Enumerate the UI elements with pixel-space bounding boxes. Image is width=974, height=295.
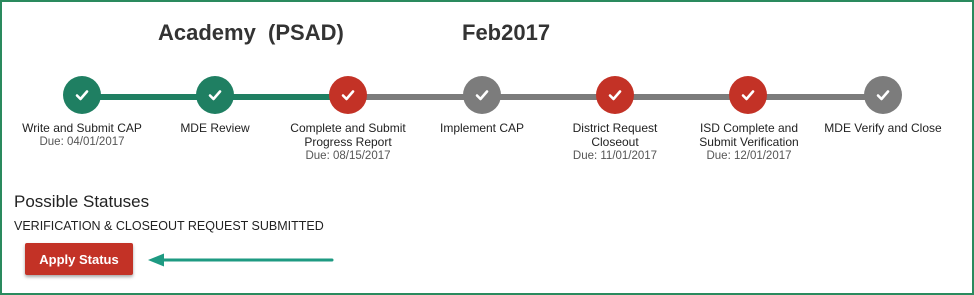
step-4-label: Implement CAP — [407, 121, 557, 135]
check-icon — [876, 90, 890, 101]
step-2-label: MDE Review — [140, 121, 290, 135]
status-option: VERIFICATION & CLOSEOUT REQUEST SUBMITTE… — [14, 219, 324, 233]
step-title: District Request Closeout — [572, 121, 658, 149]
step-5-node[interactable] — [596, 76, 634, 114]
check-icon — [341, 90, 355, 101]
step-due-date: Due: 12/01/2017 — [706, 150, 792, 162]
check-icon — [75, 90, 89, 101]
check-icon — [608, 90, 622, 101]
check-icon — [208, 90, 222, 101]
arrow-left-icon — [148, 253, 334, 267]
step-title: Write and Submit CAP — [22, 121, 142, 135]
possible-statuses-heading: Possible Statuses — [14, 192, 150, 211]
step-due-date: Due: 11/01/2017 — [572, 150, 658, 162]
header: Academy (PSAD) Feb2017 — [0, 20, 974, 50]
step-6-label: ISD Complete and Submit Verification Due… — [690, 121, 808, 163]
step-4-node[interactable] — [463, 76, 501, 114]
step-title: ISD Complete and Submit Verification — [699, 121, 799, 149]
step-due-date: Due: 04/01/2017 — [39, 136, 125, 148]
step-title: MDE Verify and Close — [824, 121, 942, 135]
step-2-node[interactable] — [196, 76, 234, 114]
school-title: Academy (PSAD) — [158, 20, 344, 45]
step-6-node[interactable] — [729, 76, 767, 114]
step-title: MDE Review — [180, 121, 250, 135]
step-1-label: Write and Submit CAP Due: 04/01/2017 — [7, 121, 157, 149]
check-icon — [741, 90, 755, 101]
step-3-label: Complete and Submit Progress Report Due:… — [275, 121, 421, 163]
check-icon — [475, 90, 489, 101]
step-7-node[interactable] — [864, 76, 902, 114]
step-due-date: Due: 08/15/2017 — [305, 150, 391, 162]
step-title: Implement CAP — [439, 121, 525, 135]
step-title: Complete and Submit Progress Report — [290, 121, 406, 149]
period-title: Feb2017 — [462, 20, 551, 45]
step-3-node[interactable] — [329, 76, 367, 114]
step-7-label: MDE Verify and Close — [808, 121, 958, 135]
step-5-label: District Request Closeout Due: 11/01/201… — [555, 121, 675, 163]
apply-status-button[interactable]: Apply Status — [25, 243, 133, 275]
step-1-node[interactable] — [63, 76, 101, 114]
